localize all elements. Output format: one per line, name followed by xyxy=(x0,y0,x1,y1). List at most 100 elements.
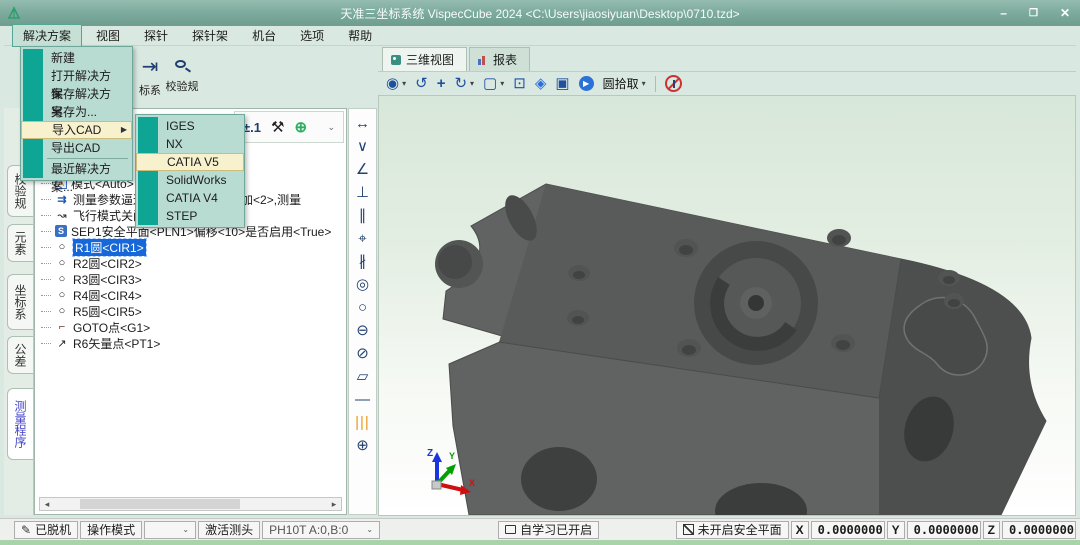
axis-z-label: Z xyxy=(427,448,433,459)
circle-icon: ○ xyxy=(55,257,69,269)
tree-item-circle-r3[interactable]: ○ R3圆<CIR3> xyxy=(41,271,142,287)
window-select-icon[interactable]: ▣ xyxy=(555,74,569,94)
flatness-icon[interactable]: ▱ xyxy=(349,366,376,388)
submenu-item-catia-v5[interactable]: CATIA V5 xyxy=(136,153,244,171)
orbit-icon[interactable]: ↺ xyxy=(415,74,428,94)
menu-solution[interactable]: 解决方案 xyxy=(12,24,82,47)
cylindricity-icon[interactable]: ⊘ xyxy=(349,343,376,365)
3d-model[interactable] xyxy=(379,96,1075,515)
z-coordinate-value: 0.0000000 xyxy=(1002,521,1076,539)
tree-guide xyxy=(41,311,51,312)
submenu-item-label: STEP xyxy=(166,209,197,223)
probe-disabled-icon[interactable] xyxy=(665,75,682,92)
submenu-item-catia-v4[interactable]: CATIA V4 xyxy=(136,189,244,207)
fit-view-icon[interactable]: ⊡ xyxy=(513,74,526,94)
tab-3d-view[interactable]: 三维视图 xyxy=(382,47,467,71)
menu-item-label: 导入CAD xyxy=(52,123,101,137)
tree-guide xyxy=(41,215,51,216)
menu-item-label: 新建 xyxy=(51,51,75,65)
tree-item-circle-r2[interactable]: ○ R2圆<CIR2> xyxy=(41,255,142,271)
parallel-lines-icon[interactable]: ||| xyxy=(349,412,376,434)
cube-view-icon[interactable]: ▢ xyxy=(483,74,497,94)
scrollbar-thumb[interactable] xyxy=(80,499,240,509)
tree-guide xyxy=(41,327,51,328)
pan-icon[interactable]: + xyxy=(437,74,446,94)
window-title: 天准三坐标系统 VispecCube 2024 <C:\Users\jiaosi… xyxy=(0,5,1080,22)
menu-item-open-solution[interactable]: 打开解决方案 xyxy=(21,67,132,85)
self-learning-button[interactable]: 自学习已开启 xyxy=(498,521,599,539)
circularity-icon[interactable]: ○ xyxy=(349,297,376,319)
offline-icon: ✎ xyxy=(21,523,31,537)
angle-icon[interactable]: ∠ xyxy=(349,159,376,181)
parallelism-icon[interactable]: ∥ xyxy=(349,205,376,227)
submenu-item-iges[interactable]: IGES xyxy=(136,117,244,135)
menu-options[interactable]: 选项 xyxy=(290,25,334,46)
menu-item-new[interactable]: 新建 xyxy=(21,49,132,67)
menu-probe-rack[interactable]: 探针架 xyxy=(182,25,238,46)
close-button[interactable]: ✕ xyxy=(1060,6,1070,20)
toolbar-overflow-icon[interactable]: ⌄ xyxy=(327,122,335,133)
tree-horizontal-scrollbar[interactable]: ◂ ▸ xyxy=(39,497,342,511)
circle-pick-button[interactable]: 圆拾取 xyxy=(603,75,639,92)
eye-dropdown-icon[interactable]: ▾ xyxy=(402,79,406,88)
pick-dropdown-icon[interactable]: ▾ xyxy=(642,79,646,88)
menu-probe[interactable]: 探针 xyxy=(134,25,178,46)
active-probe-text: 激活测头 xyxy=(205,521,253,538)
tree-item-goto[interactable]: ⌐ GOTO点<G1> xyxy=(41,319,150,335)
perpendicularity-icon[interactable]: ⊥ xyxy=(349,182,376,204)
location-pin-icon[interactable]: ◈ xyxy=(535,74,547,94)
target-icon[interactable]: ⊕ xyxy=(294,118,307,136)
tree-item-circle-r5[interactable]: ○ R5圆<CIR5> xyxy=(41,303,142,319)
viewport-3d[interactable]: Z Y X xyxy=(378,95,1076,516)
distance-icon[interactable]: ↔ xyxy=(349,113,376,135)
tab-report[interactable]: 报表 xyxy=(469,47,530,71)
sidebar-tab-tolerance[interactable]: 公差 xyxy=(7,336,33,374)
submenu-item-step[interactable]: STEP xyxy=(136,207,244,225)
menu-item-save-as[interactable]: 另存为... xyxy=(21,103,132,121)
maximize-button[interactable]: ❐ xyxy=(1029,8,1038,19)
runout-icon[interactable]: ∦ xyxy=(349,251,376,273)
position-icon[interactable]: ⌖ xyxy=(349,228,376,250)
scroll-left-icon[interactable]: ◂ xyxy=(40,499,54,510)
angle-between-icon[interactable]: ∨ xyxy=(349,136,376,158)
tree-guide xyxy=(41,247,51,248)
sidebar-tab-elements[interactable]: 元素 xyxy=(7,224,33,262)
rotate-icon[interactable]: ↻ xyxy=(454,74,467,94)
x-axis-label: X xyxy=(791,521,809,539)
scroll-right-icon[interactable]: ▸ xyxy=(327,499,341,510)
symmetry-icon[interactable]: ⊖ xyxy=(349,320,376,342)
tree-item-fly-mode[interactable]: ↝ 飞行模式关闭 xyxy=(41,207,145,223)
submenu-item-solidworks[interactable]: SolidWorks xyxy=(136,171,244,189)
probe-select[interactable]: PH10T A:0,B:0 ⌄ xyxy=(262,521,380,539)
menu-item-save-solution[interactable]: 保存解决方案 xyxy=(21,85,132,103)
tree-item-circle-r4[interactable]: ○ R4圆<CIR4> xyxy=(41,287,142,303)
menu-view[interactable]: 视图 xyxy=(86,25,130,46)
precision-button[interactable]: ±.1 xyxy=(243,120,261,135)
hammer-icon[interactable]: ⚒ xyxy=(271,118,284,136)
true-position-icon[interactable]: ⊕ xyxy=(349,435,376,457)
tree-item-vector-point[interactable]: ↗ R6矢量点<PT1> xyxy=(41,335,160,351)
sidebar-tab-coordsys[interactable]: 坐标系 xyxy=(7,274,33,330)
rotate-dropdown-icon[interactable]: ▾ xyxy=(470,79,474,88)
gauge-check-button[interactable]: 校验规 xyxy=(158,52,206,94)
play-icon[interactable]: ▶ xyxy=(579,76,594,91)
window-bottom-strip xyxy=(0,540,1080,545)
concentricity-icon[interactable]: ◎ xyxy=(349,274,376,296)
circle-icon: ○ xyxy=(55,289,69,301)
submenu-item-nx[interactable]: NX xyxy=(136,135,244,153)
straightness-icon[interactable]: — xyxy=(349,389,376,411)
minimize-button[interactable]: – xyxy=(1000,6,1007,20)
tree-item-circle-r1[interactable]: ○ R1圆<CIR1> xyxy=(41,239,146,255)
operation-mode-select[interactable]: ⌄ xyxy=(144,521,196,539)
menu-item-import-cad[interactable]: 导入CAD ▶ xyxy=(21,121,132,139)
tree-guide xyxy=(41,279,51,280)
cube-dropdown-icon[interactable]: ▾ xyxy=(500,79,504,88)
menu-help[interactable]: 帮助 xyxy=(338,25,382,46)
menu-item-export-cad[interactable]: 导出CAD xyxy=(21,139,132,157)
menu-item-recent-solutions[interactable]: 最近解决方案... xyxy=(21,160,132,178)
sidebar-tab-measure-program[interactable]: 测量程序 xyxy=(7,388,33,460)
menu-machine[interactable]: 机台 xyxy=(242,25,286,46)
submenu-arrow-icon: ▶ xyxy=(121,122,127,138)
eye-icon[interactable]: ◉ xyxy=(386,74,399,94)
view-tab-bar: 三维视图 报表 xyxy=(378,50,1076,72)
